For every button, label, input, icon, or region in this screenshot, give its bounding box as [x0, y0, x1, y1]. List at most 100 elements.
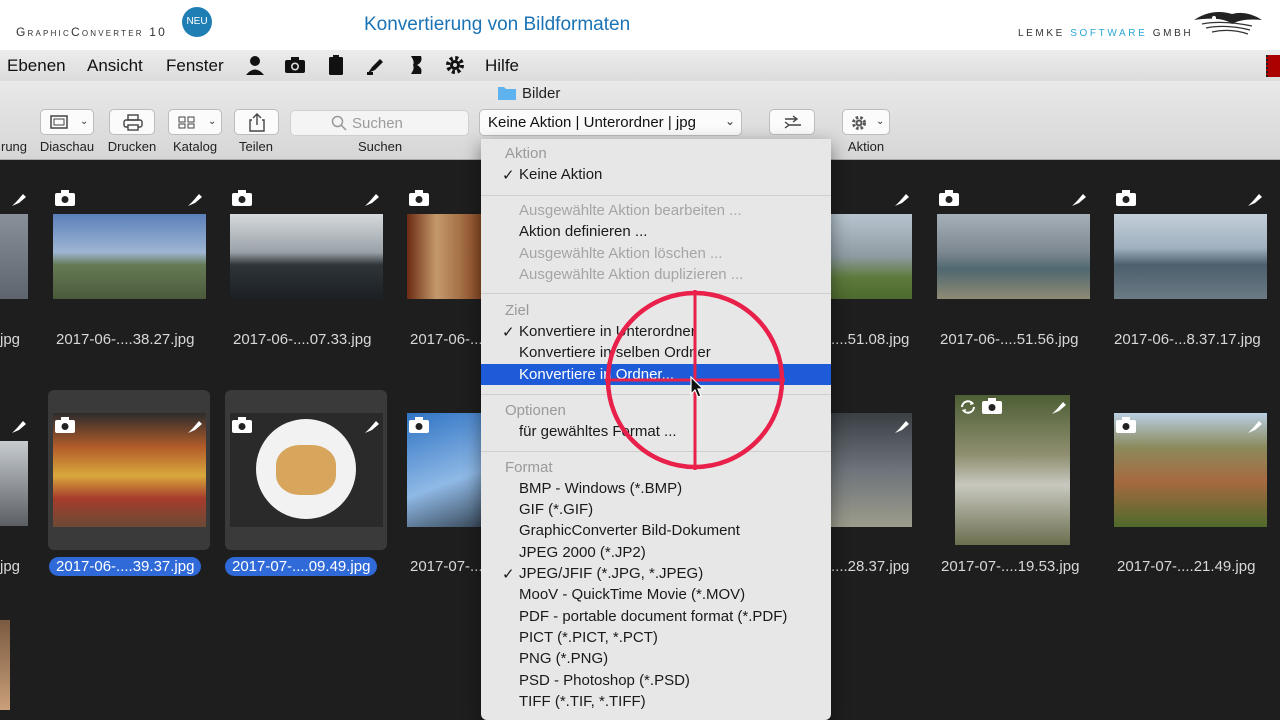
- file-name[interactable]: 2017-06-...8.37.17.jpg: [1114, 331, 1261, 348]
- gear-icon: [852, 116, 866, 130]
- brand-name: GraphicConverter 10: [16, 25, 168, 39]
- company-logo: [1194, 12, 1262, 35]
- thumbnail[interactable]: [0, 620, 10, 710]
- menu-item-format[interactable]: PSD - Photoshop (*.PSD): [519, 672, 690, 689]
- slideshow-icon: [50, 115, 68, 129]
- chevron-down-icon: ⌄: [80, 116, 89, 127]
- camera-icon: [55, 190, 75, 206]
- file-name[interactable]: 2017-06-....38.27.jpg: [56, 331, 194, 348]
- rotate-icon: [961, 400, 975, 414]
- pen-icon: [12, 194, 26, 206]
- pen-icon: [1052, 402, 1066, 414]
- camera-icon: [409, 190, 429, 206]
- cake-image: [276, 445, 336, 495]
- menu-section-aktion: Aktion: [505, 145, 547, 162]
- mouse-cursor-icon: [690, 376, 705, 398]
- person-icon[interactable]: [244, 54, 266, 76]
- pen-icon[interactable]: [365, 54, 387, 76]
- file-name[interactable]: ....28.37.jpg: [831, 558, 909, 575]
- thumbnail[interactable]: [0, 214, 28, 299]
- slideshow-button[interactable]: ⌄: [40, 109, 94, 135]
- menu-item-unterordner[interactable]: Konvertiere in Unterordner: [519, 323, 696, 340]
- checkmark-icon: ✓: [502, 566, 515, 583]
- menu-item-in-ordner[interactable]: Konvertiere in Ordner...: [519, 366, 674, 383]
- menu-section-format: Format: [505, 459, 553, 476]
- file-name[interactable]: 2017-07-....19.53.jpg: [941, 558, 1079, 575]
- share-icon: [249, 113, 265, 132]
- camera-icon: [232, 190, 252, 206]
- thumbnail[interactable]: [831, 214, 912, 299]
- camera-icon[interactable]: [284, 54, 306, 76]
- file-name[interactable]: 2017-07-....21.49.jpg: [1117, 558, 1255, 575]
- menu-separator: [481, 195, 831, 196]
- menu-item-format[interactable]: MooV - QuickTime Movie (*.MOV): [519, 586, 745, 603]
- menu-item-format[interactable]: JPEG/JFIF (*.JPG, *.JPEG): [519, 565, 703, 582]
- menu-item-aktion-bearbeiten: Ausgewählte Aktion bearbeiten ...: [519, 202, 742, 219]
- menu-item-format[interactable]: PDF - portable document format (*.PDF): [519, 608, 787, 625]
- camera-icon: [1116, 190, 1136, 206]
- search-placeholder: Suchen: [352, 115, 403, 132]
- file-name[interactable]: jpg: [0, 331, 20, 348]
- thumbnail[interactable]: [53, 214, 206, 299]
- file-name[interactable]: 2017-07-...: [410, 558, 483, 575]
- file-name-selected[interactable]: 2017-07-....09.49.jpg: [225, 557, 378, 576]
- checkmark-icon: ✓: [502, 324, 515, 341]
- clipboard-icon[interactable]: [325, 54, 347, 76]
- menu-item-format[interactable]: PICT (*.PICT, *.PCT): [519, 629, 658, 646]
- menu-fenster[interactable]: Fenster: [166, 56, 224, 76]
- file-name[interactable]: 2017-06-....51.56.jpg: [940, 331, 1078, 348]
- menu-item-format[interactable]: GraphicConverter Bild-Dokument: [519, 522, 740, 539]
- menu-item-format-optionen[interactable]: für gewähltes Format ...: [519, 423, 677, 440]
- thumbnail[interactable]: [1114, 214, 1267, 299]
- menu-item-format[interactable]: TIFF (*.TIF, *.TIFF): [519, 693, 646, 710]
- menu-item-aktion-loeschen: Ausgewählte Aktion löschen ...: [519, 245, 723, 262]
- script-icon[interactable]: [405, 54, 427, 76]
- print-icon: [123, 114, 143, 131]
- file-name[interactable]: jpg: [0, 558, 20, 575]
- thumbnail[interactable]: [230, 214, 383, 299]
- banner-title: Konvertierung von Bildformaten: [364, 14, 631, 35]
- thumbnail[interactable]: [937, 214, 1090, 299]
- thumbnail[interactable]: [0, 441, 28, 526]
- menu-item-aktion-definieren[interactable]: Aktion definieren ...: [519, 223, 647, 240]
- camera-icon: [232, 417, 252, 433]
- menu-hilfe[interactable]: Hilfe: [485, 56, 519, 76]
- menu-separator: [481, 293, 831, 294]
- menu-item-format[interactable]: JPEG 2000 (*.JP2): [519, 544, 646, 561]
- toolbar-label: Teilen: [239, 139, 273, 154]
- action-gear-button[interactable]: ⌄: [842, 109, 890, 135]
- menu-section-ziel: Ziel: [505, 302, 530, 319]
- checkmark-icon: ✓: [502, 167, 515, 184]
- menu-ebenen[interactable]: Ebenen: [7, 56, 66, 76]
- forward-action-button[interactable]: [769, 109, 815, 135]
- company-name-part: GMBH: [1147, 28, 1194, 39]
- pen-icon: [1248, 421, 1262, 433]
- file-name-selected[interactable]: 2017-06-....39.37.jpg: [49, 557, 202, 576]
- file-name[interactable]: 2017-06-....07.33.jpg: [233, 331, 371, 348]
- gear-icon[interactable]: [444, 54, 466, 76]
- menu-item-selben-ordner[interactable]: Konvertiere in selben Ordner: [519, 344, 711, 361]
- menu-item-keine-aktion[interactable]: Keine Aktion: [519, 166, 602, 183]
- action-popup-label: Keine Aktion | Unterordner | jpg: [488, 114, 696, 131]
- print-button[interactable]: [109, 109, 155, 135]
- toolbar-label: Katalog: [172, 139, 218, 154]
- thumbnail[interactable]: [407, 214, 481, 299]
- file-name[interactable]: 2017-06-...: [410, 331, 483, 348]
- chevron-down-icon: ⌄: [876, 116, 885, 127]
- toolbar-label: rung: [0, 139, 28, 154]
- file-name[interactable]: ....51.08.jpg: [831, 331, 909, 348]
- camera-icon: [409, 417, 429, 433]
- menu-item-format[interactable]: PNG (*.PNG): [519, 650, 608, 667]
- menu-item-aktion-duplizieren: Ausgewählte Aktion duplizieren ...: [519, 266, 744, 283]
- pen-icon: [895, 421, 909, 433]
- share-button[interactable]: [234, 109, 279, 135]
- thumbnail[interactable]: [955, 395, 1070, 545]
- toolbar-label: Diaschau: [39, 139, 95, 154]
- menu-ansicht[interactable]: Ansicht: [87, 56, 143, 76]
- menu-item-format[interactable]: BMP - Windows (*.BMP): [519, 480, 682, 497]
- new-badge: NEU: [182, 7, 212, 37]
- menu-item-format[interactable]: GIF (*.GIF): [519, 501, 593, 518]
- status-indicator: [1266, 55, 1280, 77]
- catalog-button[interactable]: ⌄: [168, 109, 222, 135]
- pen-icon: [12, 421, 26, 433]
